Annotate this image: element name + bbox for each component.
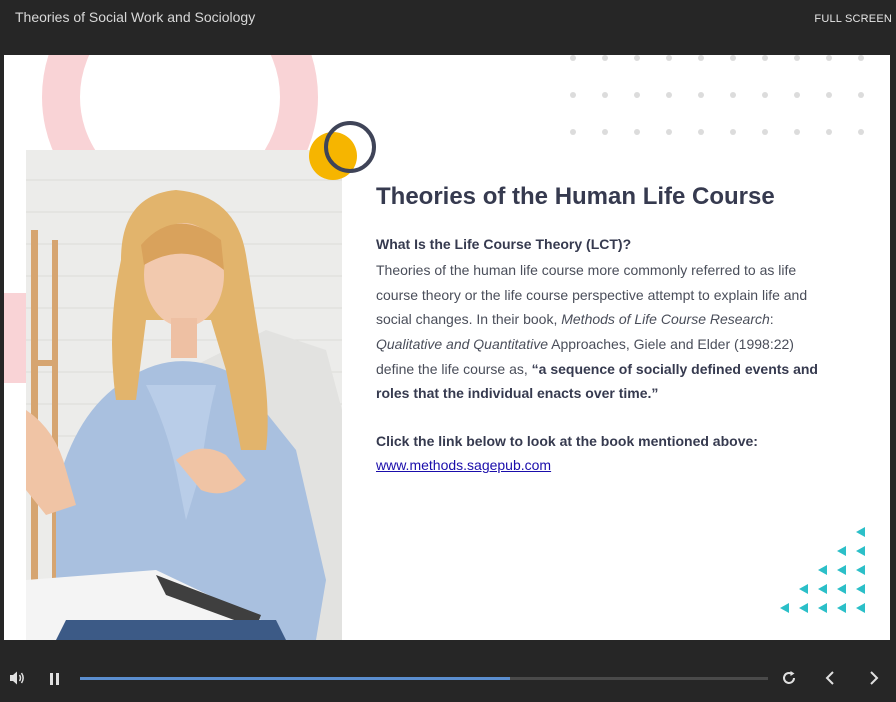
- decorative-triangle: [818, 603, 827, 613]
- decorative-triangle: [780, 603, 789, 613]
- book-subtitle: Qualitative and Quantitative: [376, 335, 548, 352]
- decorative-dot: [666, 55, 672, 61]
- decorative-triangle: [818, 565, 827, 575]
- decorative-dot: [634, 129, 640, 135]
- book-link[interactable]: www.methods.sagepub.com: [376, 457, 551, 473]
- decorative-dot: [698, 92, 704, 98]
- decorative-dot: [666, 92, 672, 98]
- decorative-triangle: [818, 584, 827, 594]
- top-bar: Theories of Social Work and Sociology FU…: [0, 0, 896, 55]
- decorative-dot: [794, 129, 800, 135]
- decorative-triangle: [799, 584, 808, 594]
- next-icon[interactable]: [868, 670, 880, 690]
- decorative-dot: [762, 92, 768, 98]
- decorative-dot: [858, 55, 864, 61]
- decorative-dot: [762, 129, 768, 135]
- slide-heading: Theories of the Human Life Course: [376, 183, 775, 210]
- decorative-dot: [602, 129, 608, 135]
- decorative-triangle: [837, 565, 846, 575]
- decorative-dot: [570, 55, 576, 61]
- photo-woman-with-notebook: [26, 150, 342, 640]
- decorative-triangle: [856, 527, 865, 537]
- decorative-triangle: [837, 603, 846, 613]
- decorative-dot: [730, 55, 736, 61]
- decorative-dot: [826, 92, 832, 98]
- decorative-dot: [858, 129, 864, 135]
- decorative-dot: [826, 55, 832, 61]
- decorative-dot: [666, 129, 672, 135]
- book-title: Methods of Life Course Research: [561, 311, 770, 328]
- progress-bar[interactable]: [80, 677, 768, 680]
- decorative-dot: [858, 92, 864, 98]
- player-controls: [0, 640, 896, 702]
- body-colon: :: [769, 311, 774, 328]
- decorative-dot: [602, 55, 608, 61]
- decorative-triangle: [856, 603, 865, 613]
- replay-icon[interactable]: [781, 670, 797, 690]
- previous-icon[interactable]: [824, 670, 836, 690]
- decorative-triangle: [837, 584, 846, 594]
- decorative-dot: [698, 129, 704, 135]
- decorative-ring: [324, 121, 376, 173]
- decorative-dot: [794, 92, 800, 98]
- decorative-dot: [730, 92, 736, 98]
- decorative-dot: [730, 129, 736, 135]
- decorative-triangle: [856, 565, 865, 575]
- decorative-dot: [634, 55, 640, 61]
- decorative-dot: [794, 55, 800, 61]
- decorative-dot: [634, 92, 640, 98]
- fullscreen-button[interactable]: FULL SCREEN: [814, 13, 892, 25]
- decorative-dot: [570, 129, 576, 135]
- decorative-dot: [602, 92, 608, 98]
- slide-canvas: Theories of the Human Life Course What I…: [4, 55, 890, 640]
- slide-content: Theories of the Human Life Course What I…: [376, 183, 826, 475]
- decorative-triangle: [799, 603, 808, 613]
- pause-icon[interactable]: [49, 671, 61, 690]
- volume-icon[interactable]: [9, 670, 25, 690]
- link-instruction: Click the link below to look at the book…: [376, 433, 758, 450]
- decorative-pink-block: [4, 293, 26, 383]
- decorative-dot: [762, 55, 768, 61]
- course-title: Theories of Social Work and Sociology: [15, 9, 256, 25]
- body-paragraph: Theories of the human life course more c…: [376, 258, 826, 406]
- decorative-dot: [570, 92, 576, 98]
- decorative-triangle: [856, 584, 865, 594]
- decorative-dot: [698, 55, 704, 61]
- progress-fill: [80, 677, 510, 680]
- decorative-triangle: [856, 546, 865, 556]
- decorative-dot: [826, 129, 832, 135]
- section-subheading: What Is the Life Course Theory (LCT)?: [376, 235, 632, 252]
- decorative-triangle: [837, 546, 846, 556]
